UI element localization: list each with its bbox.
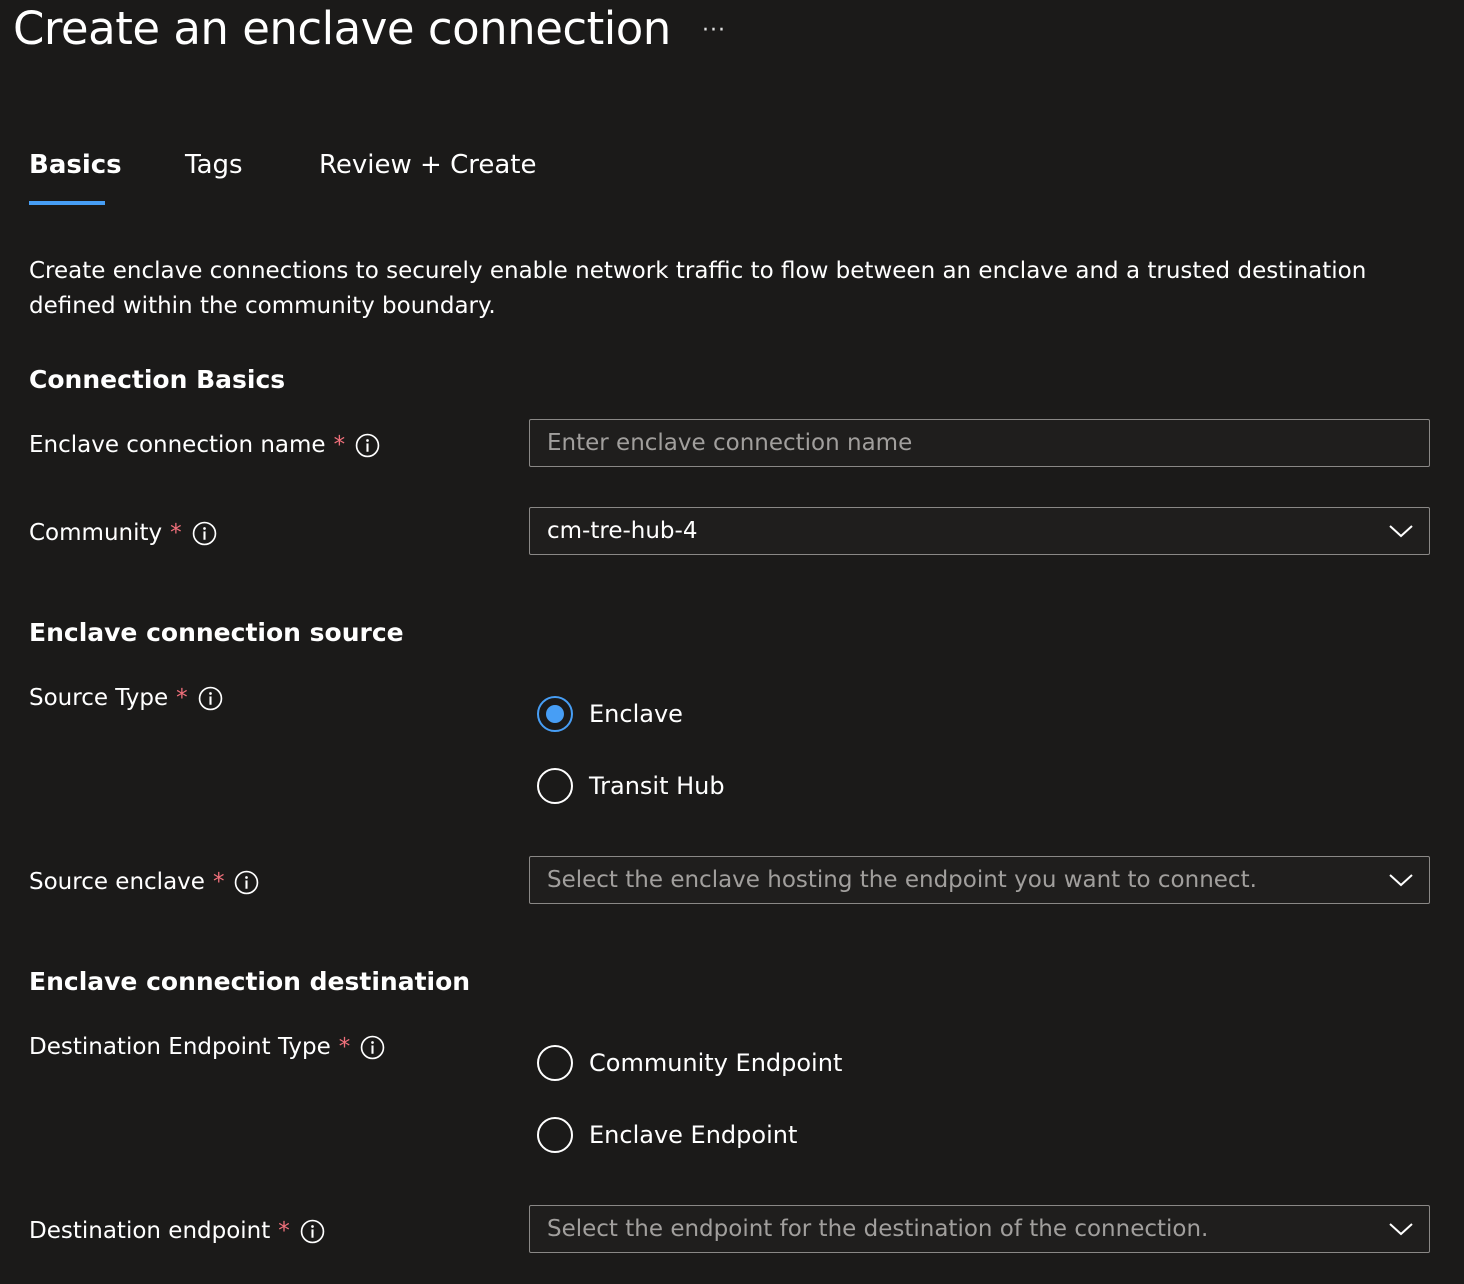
page-title: Create an enclave connection	[13, 2, 671, 55]
info-icon[interactable]	[192, 521, 217, 546]
required-mark: *	[338, 1034, 351, 1060]
required-mark: *	[170, 520, 182, 546]
more-icon[interactable]: ···	[702, 18, 726, 43]
radio-label: Enclave	[589, 700, 683, 728]
radio-label: Community Endpoint	[589, 1049, 843, 1077]
required-mark: *	[176, 685, 188, 711]
info-icon[interactable]	[300, 1219, 325, 1244]
radio-button[interactable]	[537, 1045, 573, 1081]
radio-source-enclave[interactable]: Enclave	[537, 696, 683, 732]
tab-tags[interactable]: Tags	[185, 150, 243, 180]
tab-review-create[interactable]: Review + Create	[319, 150, 536, 180]
destination-endpoint-select[interactable]: Select the endpoint for the destination …	[529, 1205, 1430, 1253]
radio-label: Transit Hub	[589, 772, 725, 800]
field-label-text: Destination Endpoint Type	[29, 1034, 331, 1060]
field-label-text: Enclave connection name	[29, 432, 326, 458]
section-title-connection-basics: Connection Basics	[29, 365, 286, 394]
chevron-down-icon	[1389, 1223, 1413, 1236]
intro-text: Create enclave connections to securely e…	[29, 258, 1367, 319]
source-enclave-label: Source enclave *	[29, 869, 259, 895]
community-label: Community *	[29, 520, 217, 546]
destination-endpoint-placeholder: Select the endpoint for the destination …	[547, 1216, 1209, 1242]
radio-button[interactable]	[537, 768, 573, 804]
radio-label: Enclave Endpoint	[589, 1121, 798, 1149]
radio-button-checked[interactable]	[537, 696, 573, 732]
field-label-text: Source Type	[29, 685, 169, 711]
chevron-down-icon	[1389, 525, 1413, 538]
section-title-connection-source: Enclave connection source	[29, 618, 404, 647]
source-type-label: Source Type *	[29, 685, 223, 711]
source-enclave-placeholder: Select the enclave hosting the endpoint …	[547, 867, 1257, 893]
active-tab-indicator	[29, 201, 105, 205]
required-mark: *	[333, 432, 346, 458]
chevron-down-icon	[1389, 874, 1413, 887]
tab-basics[interactable]: Basics	[29, 150, 122, 180]
field-label-text: Source enclave	[29, 869, 205, 895]
field-label-text: Destination endpoint	[29, 1218, 271, 1244]
destination-endpoint-type-label: Destination Endpoint Type *	[29, 1034, 385, 1060]
required-mark: *	[212, 869, 225, 895]
radio-source-transit-hub[interactable]: Transit Hub	[537, 768, 725, 804]
info-icon[interactable]	[234, 870, 259, 895]
info-icon[interactable]	[355, 433, 380, 458]
info-icon[interactable]	[198, 686, 223, 711]
section-title-connection-destination: Enclave connection destination	[29, 967, 471, 996]
radio-destination-community-endpoint[interactable]: Community Endpoint	[537, 1045, 842, 1081]
community-select[interactable]: cm-tre-hub-4	[529, 507, 1430, 555]
community-select-value: cm-tre-hub-4	[547, 518, 698, 544]
info-icon[interactable]	[360, 1035, 385, 1060]
radio-destination-enclave-endpoint[interactable]: Enclave Endpoint	[537, 1117, 797, 1153]
radio-button[interactable]	[537, 1117, 573, 1153]
field-label-text: Community	[29, 520, 163, 546]
destination-endpoint-label: Destination endpoint *	[29, 1218, 325, 1244]
required-mark: *	[278, 1218, 290, 1244]
enclave-connection-name-label: Enclave connection name *	[29, 432, 380, 458]
enclave-connection-name-input[interactable]	[529, 419, 1430, 467]
source-enclave-select[interactable]: Select the enclave hosting the endpoint …	[529, 856, 1430, 904]
